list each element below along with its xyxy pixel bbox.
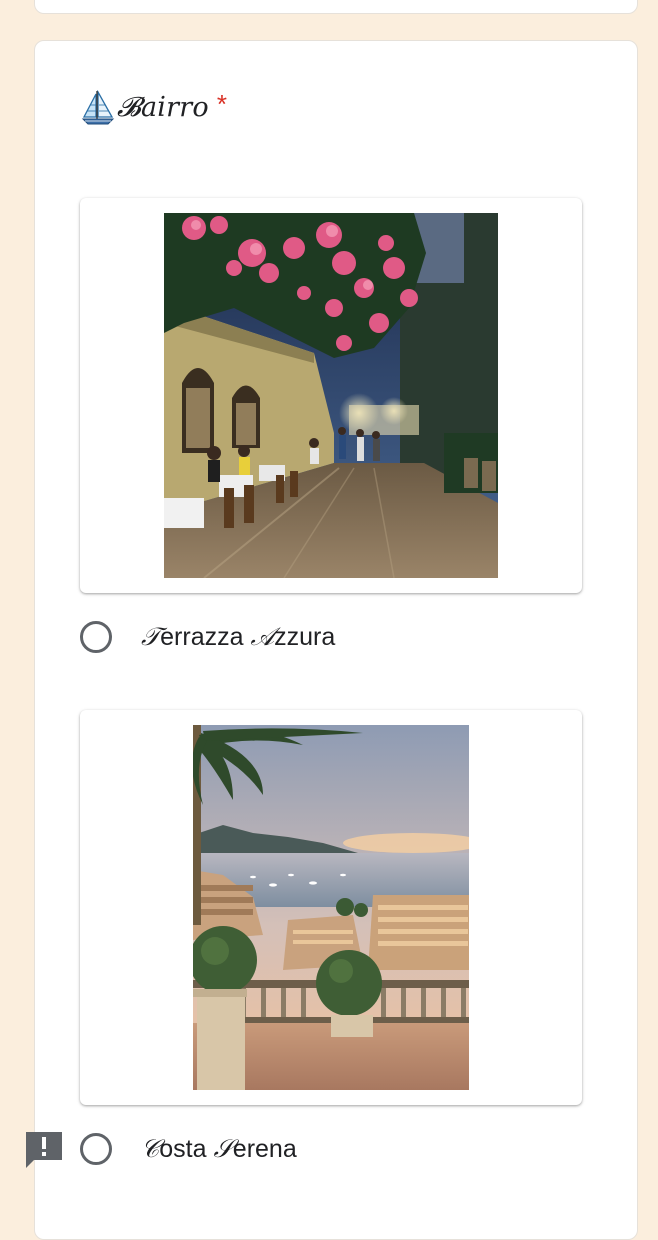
option-label-rest: errazza: [160, 623, 251, 651]
option-label-initial: 𝒞: [141, 1134, 160, 1163]
question-title: 𝓑airro *: [81, 88, 227, 128]
option-image-card-terrazza-azzura: [80, 198, 582, 593]
option-costa-serena[interactable]: 𝒞osta 𝒮erena: [80, 1129, 297, 1169]
option-label-terrazza-azzura: 𝒯errazza 𝒜zzura: [141, 622, 335, 652]
option-label-initial-2: 𝒮: [213, 1134, 233, 1163]
question-title-text: 𝓑airro: [117, 92, 209, 123]
terrazza-azzura-photo: [164, 213, 498, 578]
option-label-rest-2: erena: [232, 1135, 297, 1163]
option-image-card-costa-serena: [80, 710, 582, 1105]
sailboat-icon: [81, 89, 115, 126]
radio-button-terrazza-azzura[interactable]: [80, 621, 112, 653]
option-label-costa-serena: 𝒞osta 𝒮erena: [141, 1134, 297, 1164]
option-label-rest: osta: [159, 1135, 214, 1163]
option-label-initial-2: 𝒜: [250, 622, 275, 651]
option-label-rest-2: zzura: [274, 623, 336, 651]
report-icon[interactable]: [25, 1131, 63, 1169]
costa-serena-photo: [193, 725, 469, 1090]
option-terrazza-azzura[interactable]: 𝒯errazza 𝒜zzura: [80, 617, 335, 657]
previous-question-card: [34, 0, 638, 14]
required-marker: *: [216, 88, 227, 119]
option-label-initial: 𝒯: [141, 622, 161, 651]
radio-button-costa-serena[interactable]: [80, 1133, 112, 1165]
